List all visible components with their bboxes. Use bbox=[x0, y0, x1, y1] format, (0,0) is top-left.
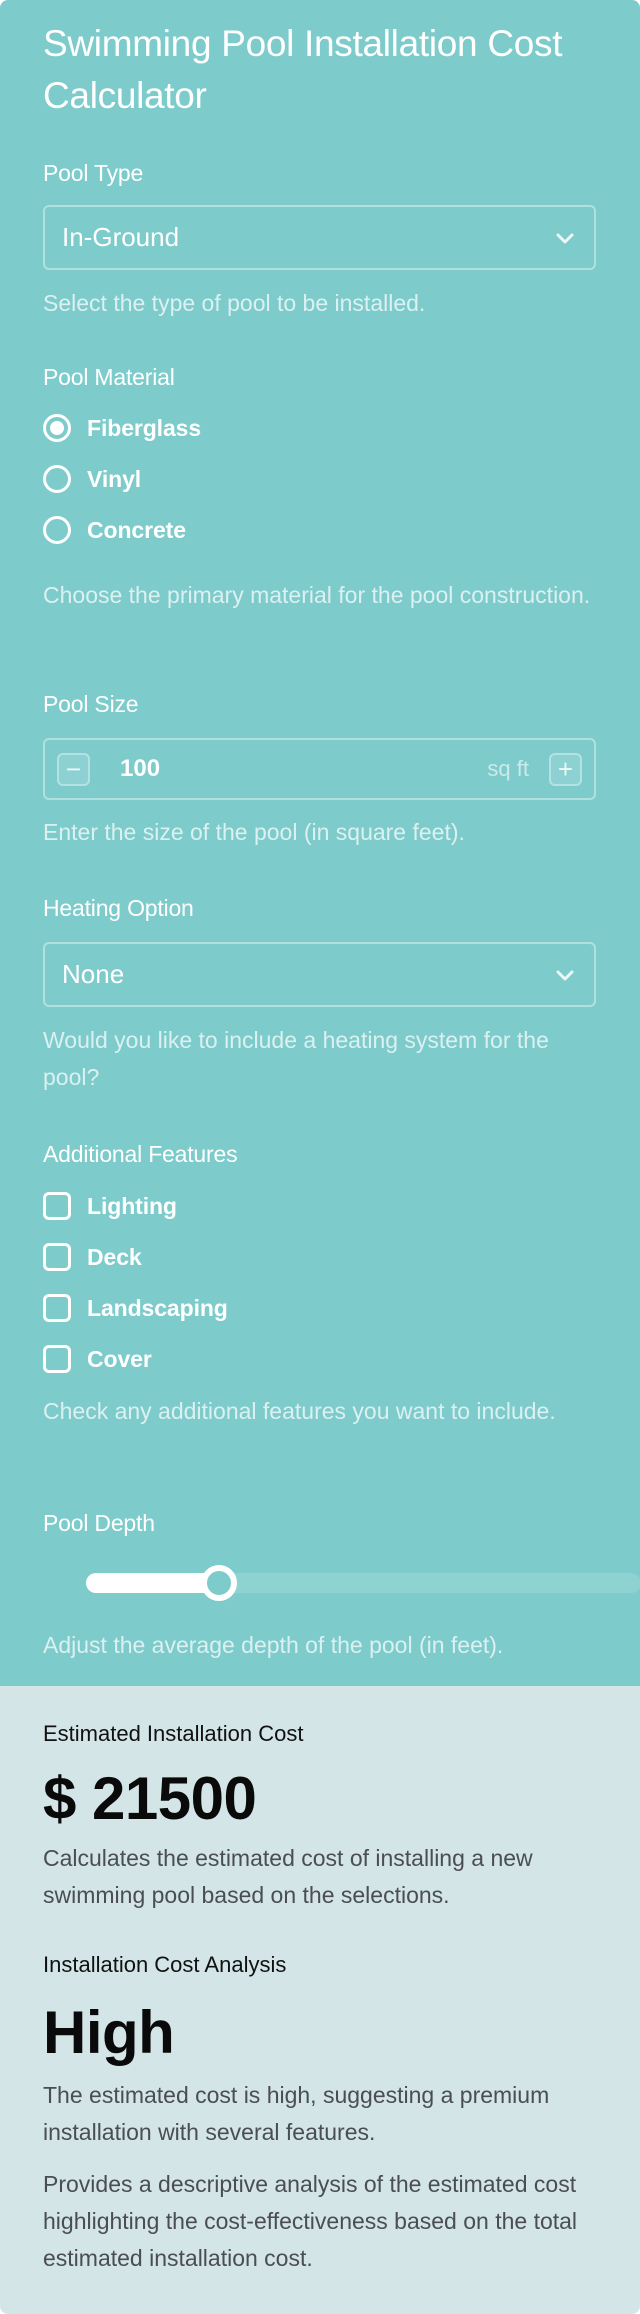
results-panel: Estimated Installation Cost $ 21500 Calc… bbox=[0, 1686, 640, 2314]
checkbox-label: Landscaping bbox=[87, 1294, 228, 1321]
checkbox-landscaping[interactable]: Landscaping bbox=[43, 1293, 228, 1323]
pool-size-help: Enter the size of the pool (in square fe… bbox=[43, 819, 465, 845]
features-label: Additional Features bbox=[43, 1141, 238, 1167]
pool-type-help: Select the type of pool to be installed. bbox=[43, 290, 426, 316]
radio-button[interactable] bbox=[43, 465, 71, 493]
checkbox-label: Lighting bbox=[87, 1192, 177, 1219]
radio-concrete[interactable]: Concrete bbox=[43, 515, 186, 545]
calculator-card: Swimming Pool Installation Cost Calculat… bbox=[0, 0, 640, 2314]
radio-button[interactable] bbox=[43, 516, 71, 544]
checkbox-deck[interactable]: Deck bbox=[43, 1242, 142, 1272]
checkbox-lighting[interactable]: Lighting bbox=[43, 1191, 177, 1221]
decrement-button[interactable]: − bbox=[57, 752, 90, 786]
checkbox[interactable] bbox=[43, 1345, 71, 1373]
pool-depth-help: Adjust the average depth of the pool (in… bbox=[43, 1632, 504, 1658]
pool-type-label: Pool Type bbox=[43, 160, 144, 186]
heating-value: None bbox=[62, 959, 125, 989]
analysis-detail: The estimated cost is high, suggesting a… bbox=[43, 2082, 550, 2145]
features-help: Check any additional features you want t… bbox=[43, 1398, 556, 1424]
chevron-down-icon bbox=[556, 233, 574, 243]
pool-type-value: In-Ground bbox=[62, 222, 180, 252]
pool-size-stepper[interactable]: − 100 sq ft + bbox=[43, 738, 596, 800]
slider-fill bbox=[86, 1573, 219, 1593]
pool-material-help: Choose the primary material for the pool… bbox=[43, 582, 591, 608]
heating-help: Would you like to include a heating syst… bbox=[43, 1027, 549, 1090]
radio-fiberglass[interactable]: Fiberglass bbox=[43, 413, 201, 443]
chevron-down-icon bbox=[556, 970, 574, 980]
cost-label: Estimated Installation Cost bbox=[43, 1721, 304, 1746]
cost-description: Calculates the estimated cost of install… bbox=[43, 1845, 533, 1908]
checkbox-cover[interactable]: Cover bbox=[43, 1344, 152, 1374]
radio-label: Vinyl bbox=[87, 465, 142, 492]
page-title: Swimming Pool Installation Cost Calculat… bbox=[43, 23, 563, 116]
input-form: Swimming Pool Installation Cost Calculat… bbox=[0, 0, 640, 1686]
heating-label: Heating Option bbox=[43, 895, 194, 921]
radio-label: Fiberglass bbox=[87, 414, 202, 441]
pool-size-label: Pool Size bbox=[43, 691, 139, 717]
pool-size-input[interactable]: 100 bbox=[120, 755, 487, 783]
analysis-label: Installation Cost Analysis bbox=[43, 1952, 287, 1977]
pool-depth-slider[interactable] bbox=[86, 1565, 640, 1601]
pool-material-label: Pool Material bbox=[43, 364, 175, 390]
checkbox-label: Deck bbox=[87, 1243, 142, 1270]
analysis-description: Provides a descriptive analysis of the e… bbox=[43, 2171, 578, 2271]
radio-label: Concrete bbox=[87, 516, 186, 543]
cost-value: $ 21500 bbox=[43, 1765, 257, 1832]
checkbox[interactable] bbox=[43, 1294, 71, 1322]
increment-button[interactable]: + bbox=[549, 752, 582, 786]
radio-button-selected[interactable] bbox=[43, 414, 71, 442]
heating-select[interactable]: None bbox=[43, 942, 596, 1007]
checkbox-label: Cover bbox=[87, 1345, 152, 1372]
radio-vinyl[interactable]: Vinyl bbox=[43, 464, 141, 494]
pool-size-unit: sq ft bbox=[487, 756, 529, 781]
pool-type-select[interactable]: In-Ground bbox=[43, 205, 596, 270]
checkbox[interactable] bbox=[43, 1192, 71, 1220]
checkbox[interactable] bbox=[43, 1243, 71, 1271]
pool-depth-label: Pool Depth bbox=[43, 1510, 155, 1536]
analysis-value: High bbox=[43, 1999, 175, 2066]
slider-thumb[interactable] bbox=[201, 1565, 237, 1601]
